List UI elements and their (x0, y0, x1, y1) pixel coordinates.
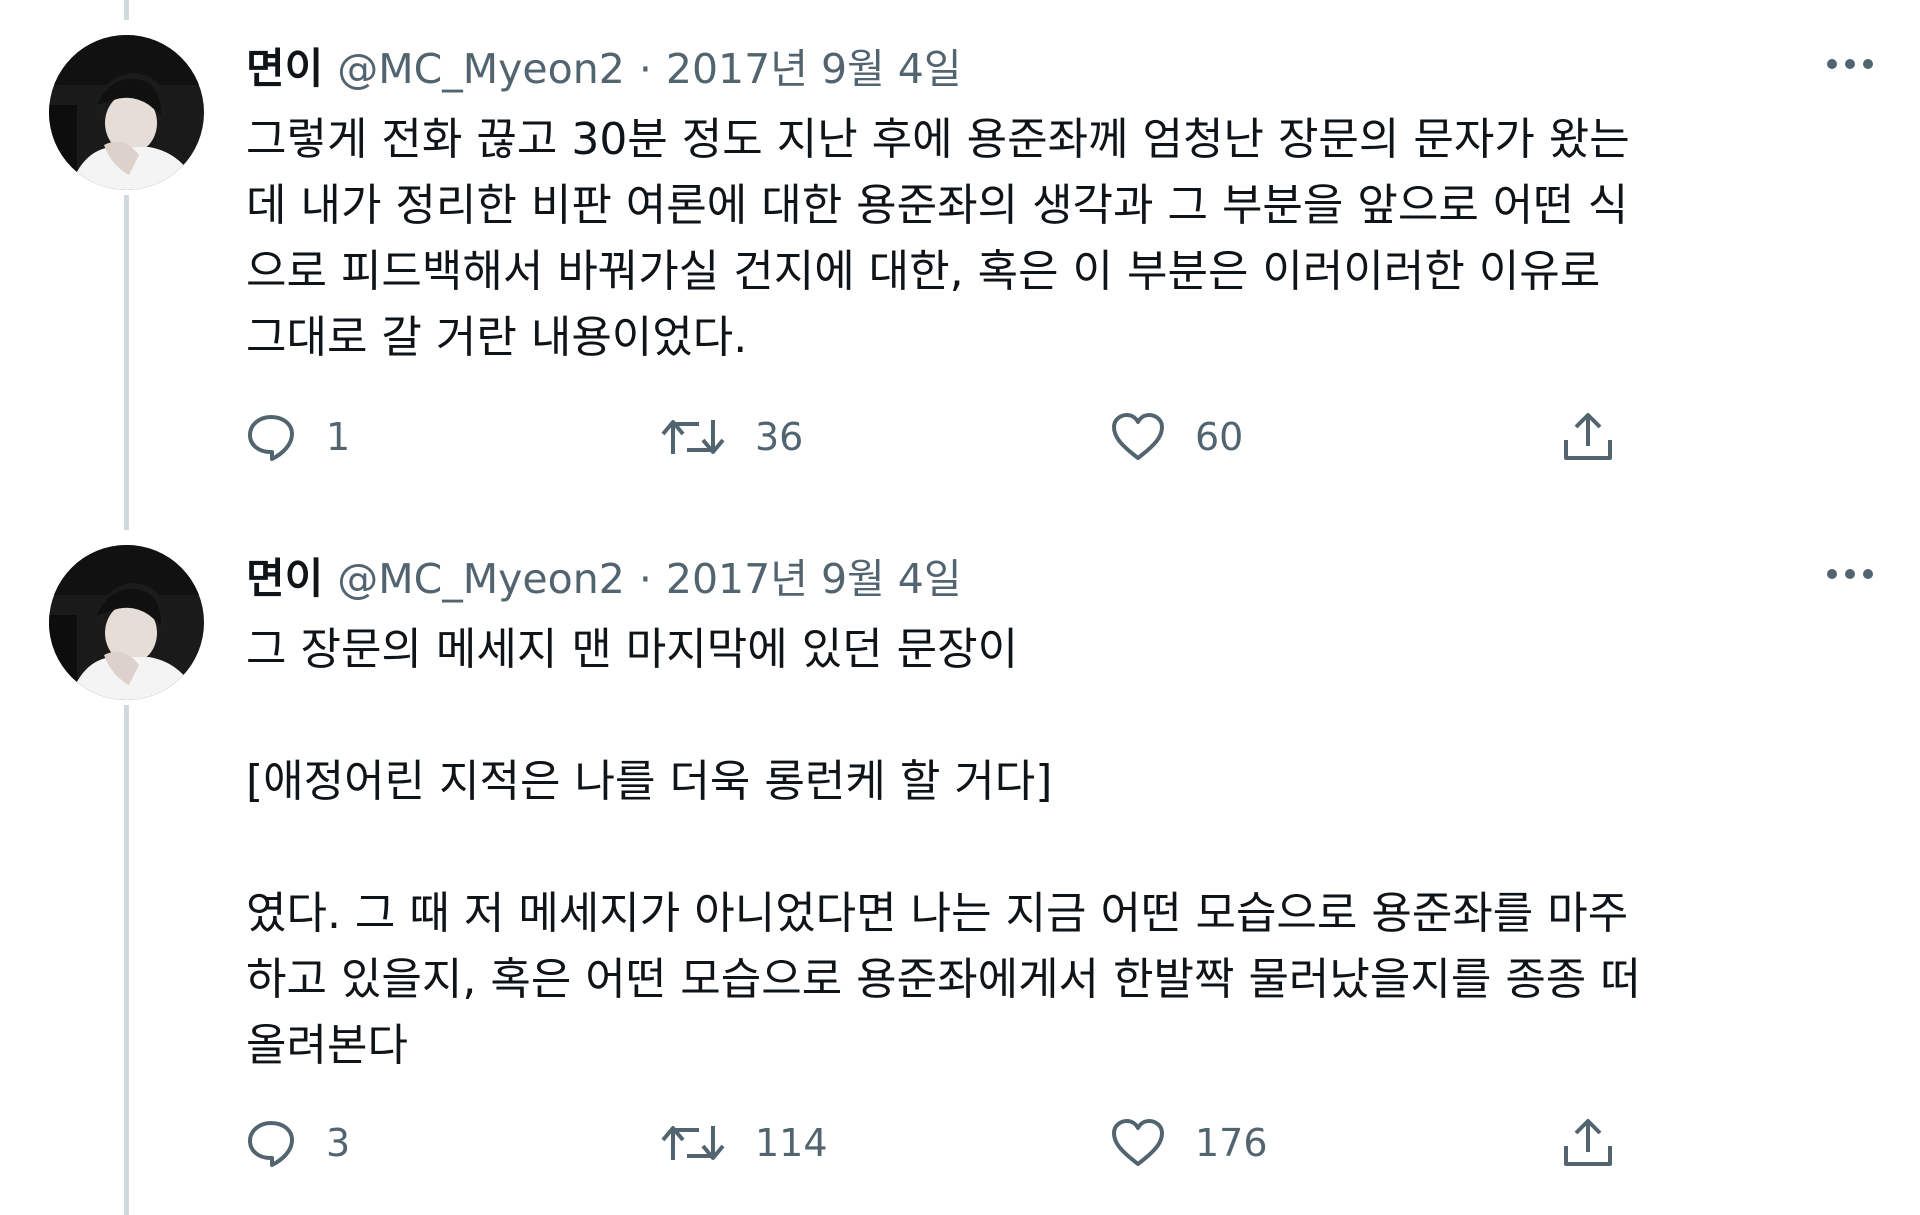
retweet-arrows-icon (661, 420, 725, 454)
tweet-text-line: 데 내가 정리한 비판 여론에 대한 용준좌의 생각과 그 부분을 앞으로 어떤… (246, 180, 1629, 231)
display-name[interactable]: 면이 (246, 35, 323, 96)
speech-bubble-icon (248, 415, 294, 461)
like-button[interactable]: 60 (1111, 407, 1243, 467)
thread-connector-line (124, 0, 129, 20)
heart-icon (1112, 413, 1164, 460)
tweet[interactable]: 면이 @MC_Myeon2 · 2017년 9월 4일 그렇게 전화 끊고 30… (0, 35, 1920, 505)
speech-bubble-icon (248, 1121, 294, 1167)
tweet-text-line: 그렇게 전화 끊고 30분 정도 지난 후에 용준좌께 엄청난 장문의 문자가 … (246, 114, 1630, 165)
header-separator: · (638, 555, 652, 603)
tweet-date[interactable]: 2017년 9월 4일 (666, 545, 962, 605)
tweet-text-blank-line (246, 683, 1886, 749)
user-handle[interactable]: @MC_Myeon2 (337, 555, 625, 603)
share-button[interactable] (1561, 1113, 1615, 1173)
display-name[interactable]: 면이 (246, 545, 323, 606)
reply-button[interactable]: 1 (246, 407, 350, 467)
tweet-header: 면이 @MC_Myeon2 · 2017년 9월 4일 (246, 545, 962, 605)
tweet-actions: 3 114 176 (246, 1113, 1686, 1173)
retweet-count: 114 (755, 1121, 828, 1165)
avatar-photo-icon (49, 35, 204, 190)
reply-count: 1 (326, 415, 351, 459)
tweet-text-line: 였다. 그 때 저 메세지가 아니었다면 나는 지금 어떤 모습으로 용준좌를 … (246, 888, 1629, 939)
reply-count: 3 (326, 1121, 351, 1165)
more-options-icon[interactable] (1824, 559, 1876, 589)
heart-icon (1112, 1119, 1164, 1166)
share-upload-icon (1564, 1119, 1612, 1166)
like-count: 60 (1195, 415, 1244, 459)
reply-button[interactable]: 3 (246, 1113, 350, 1173)
tweet-text-blank-line (246, 815, 1886, 881)
tweet-actions: 1 36 60 (246, 407, 1686, 467)
user-handle[interactable]: @MC_Myeon2 (337, 45, 625, 93)
avatar[interactable] (49, 35, 204, 190)
avatar-photo-icon (49, 545, 204, 700)
retweet-count: 36 (755, 415, 804, 459)
tweet-text-line: 으로 피드백해서 바꿔가실 건지에 대한, 혹은 이 부분은 이러이러한 이유로 (246, 246, 1601, 297)
tweet-text-line: 그 장문의 메세지 맨 마지막에 있던 문장이 (246, 624, 1019, 675)
tweet[interactable]: 면이 @MC_Myeon2 · 2017년 9월 4일 그 장문의 메세지 맨 … (0, 545, 1920, 1215)
tweet-text-line: 하고 있을지, 혹은 어떤 모습으로 용준좌에게서 한발짝 물러났을지를 종종 … (246, 954, 1641, 1005)
header-separator: · (638, 45, 652, 93)
share-button[interactable] (1561, 407, 1615, 467)
like-button[interactable]: 176 (1111, 1113, 1268, 1173)
tweet-text: 그렇게 전화 끊고 30분 정도 지난 후에 용준좌께 엄청난 장문의 문자가 … (246, 107, 1886, 371)
like-count: 176 (1195, 1121, 1268, 1165)
tweet-date[interactable]: 2017년 9월 4일 (666, 35, 962, 95)
tweet-text-line: [애정어린 지적은 나를 더욱 롱런케 할 거다] (246, 756, 1053, 807)
tweet-text-line: 그대로 갈 거란 내용이었다. (246, 312, 748, 363)
retweet-arrows-icon (661, 1126, 725, 1160)
share-upload-icon (1564, 413, 1612, 460)
retweet-button[interactable]: 36 (661, 407, 803, 467)
tweet-thread: 면이 @MC_Myeon2 · 2017년 9월 4일 그렇게 전화 끊고 30… (0, 0, 1920, 1215)
avatar[interactable] (49, 545, 204, 700)
more-options-icon[interactable] (1824, 49, 1876, 79)
tweet-text: 그 장문의 메세지 맨 마지막에 있던 문장이 [애정어린 지적은 나를 더욱 … (246, 617, 1886, 1079)
tweet-header: 면이 @MC_Myeon2 · 2017년 9월 4일 (246, 35, 962, 95)
retweet-button[interactable]: 114 (661, 1113, 828, 1173)
tweet-text-line: 올려본다 (246, 1020, 408, 1071)
